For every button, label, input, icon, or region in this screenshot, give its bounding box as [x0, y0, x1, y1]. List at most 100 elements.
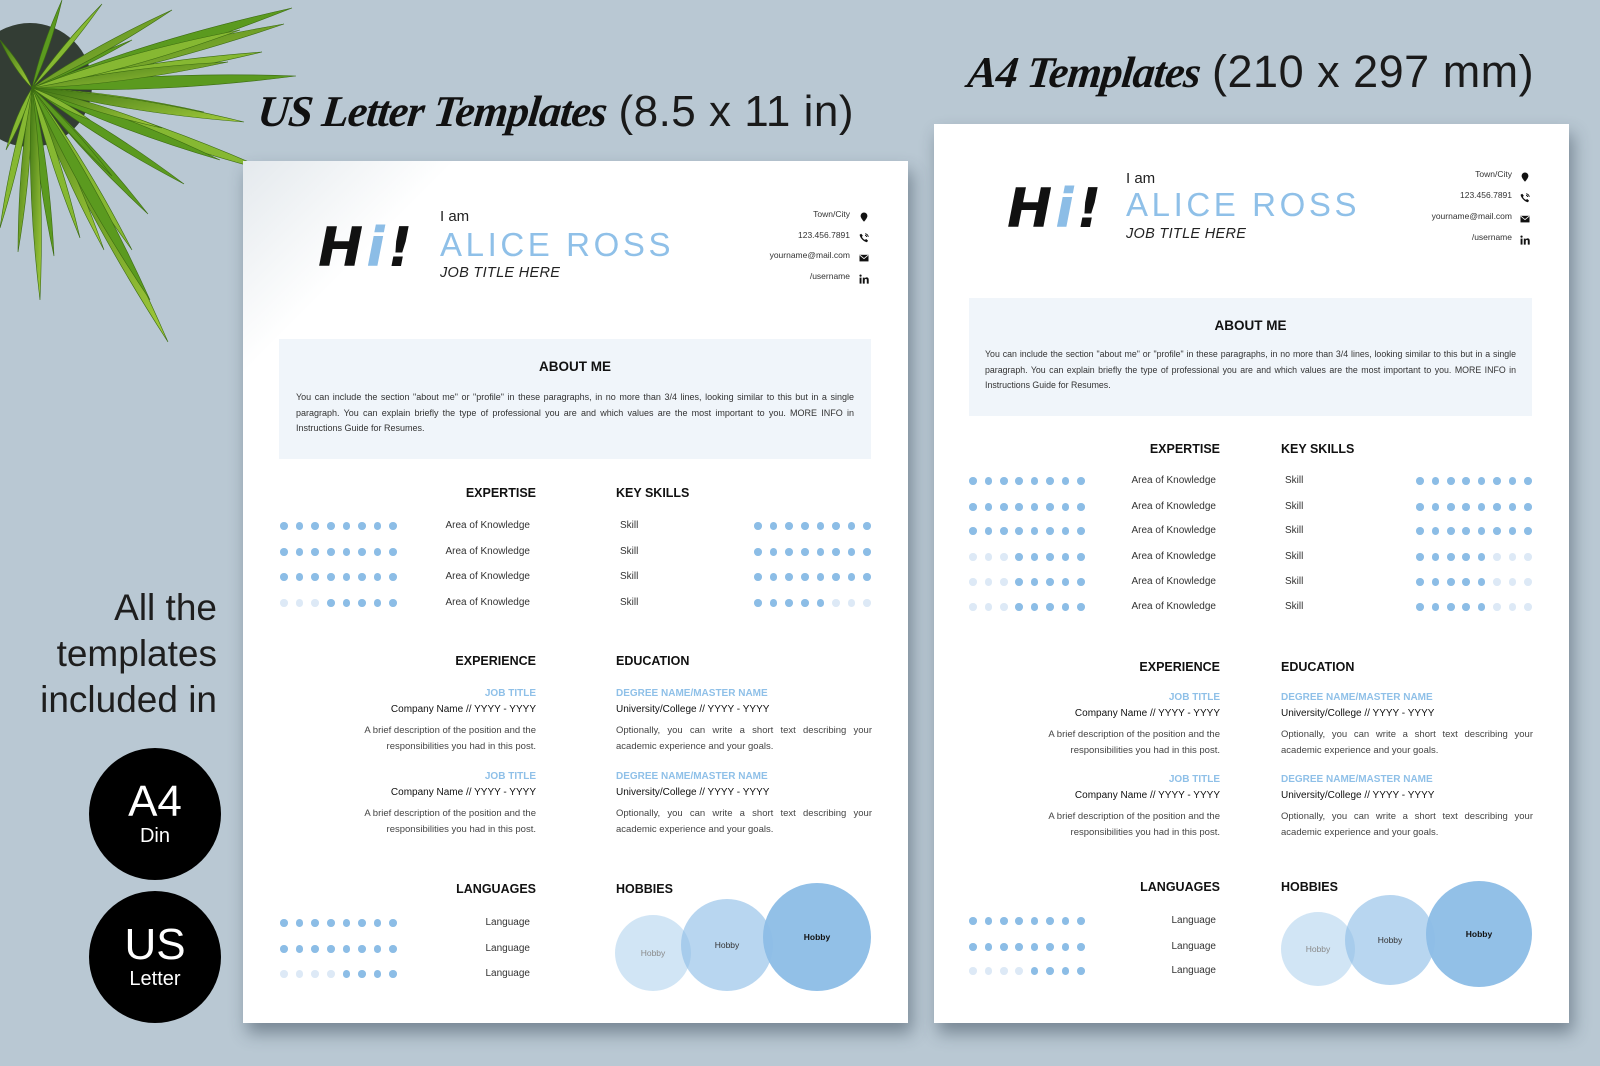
experience-job-title: JOB TITLE — [484, 771, 536, 782]
language-rating-dot-filled — [358, 945, 366, 953]
language-rating-dot-filled — [984, 917, 993, 925]
language-rating-dot-filled — [373, 945, 382, 953]
skill-rating-dot-empty — [1493, 603, 1501, 611]
phone-icon — [1520, 190, 1530, 203]
skill-rating-dot-empty — [1524, 578, 1532, 586]
education-description: Optionally, you can write a short text d… — [1281, 729, 1533, 756]
about-me-text: You can include the section "about me" o… — [985, 349, 1516, 390]
expertise-rating-dot-filled — [1030, 578, 1039, 586]
expertise-rating-dot-filled — [389, 573, 397, 581]
language-label: Language — [485, 943, 531, 954]
key-skills-title: KEY SKILLS — [1281, 442, 1355, 456]
language-rating-dot-filled — [342, 970, 351, 978]
expertise-rating-dot-filled — [373, 573, 382, 581]
expertise-rating-dot-filled — [389, 548, 397, 556]
skill-rating-dot-filled — [801, 522, 809, 530]
skill-label: Skill — [1285, 551, 1304, 562]
language-rating-dot-filled — [1046, 943, 1054, 951]
expertise-rating-dot-filled — [295, 548, 304, 556]
skill-rating-dot-filled — [1462, 503, 1470, 511]
skill-rating-dot-filled — [1447, 603, 1455, 611]
hobby-bubble: Hobby — [615, 915, 691, 991]
badge-main-label: US — [124, 920, 186, 969]
language-rating-dot-filled — [327, 945, 335, 953]
skill-rating-dot-empty — [1508, 553, 1517, 561]
skill-rating-dot-filled — [1477, 553, 1486, 561]
expertise-rating-dot-filled — [311, 522, 319, 530]
expertise-rating-dot-filled — [1030, 553, 1039, 561]
expertise-rating-dot-filled — [358, 599, 366, 607]
languages-title: LANGUAGES — [456, 882, 536, 896]
expertise-label: Area of Knowledge — [445, 571, 530, 582]
language-rating-dot-filled — [1061, 967, 1070, 975]
contact-linkedin: /username — [809, 270, 850, 281]
expertise-rating-dot-empty — [984, 603, 993, 611]
expertise-rating-dot-empty — [1000, 603, 1008, 611]
a4-resume-page: Hi! I am ALICE ROSS JOB TITLE HERE Town/City… — [934, 124, 1569, 1023]
education-school: University/College // YYYY - YYYY — [616, 787, 770, 798]
expertise-rating-dot-filled — [1046, 477, 1054, 485]
education-degree: DEGREE NAME/MASTER NAME — [1281, 692, 1433, 703]
language-rating-dot-filled — [1061, 943, 1070, 951]
expertise-rating-dot-empty — [969, 553, 977, 561]
skill-rating-dot-filled — [1431, 527, 1440, 535]
skill-rating-dot-filled — [1431, 477, 1440, 485]
experience-job-title: JOB TITLE — [1168, 692, 1220, 703]
experience-description: A brief description of the position and … — [364, 808, 536, 835]
expertise-rating-dot-filled — [311, 548, 319, 556]
expertise-label: Area of Knowledge — [1131, 576, 1216, 587]
a4-script-title: A4 Templates — [965, 48, 1203, 97]
us-letter-title: US Letter Templates (8.5 x 11 in) — [255, 86, 854, 137]
expertise-rating-dot-filled — [969, 477, 977, 485]
skill-rating-dot-filled — [1416, 503, 1424, 511]
expertise-rating-dot-filled — [1030, 527, 1039, 535]
candidate-name: ALICE ROSS — [1126, 186, 1361, 223]
skill-rating-dot-filled — [1431, 578, 1440, 586]
languages-title: LANGUAGES — [1140, 880, 1220, 894]
envelope-icon — [859, 250, 869, 262]
language-rating-dot-filled — [373, 970, 382, 978]
language-rating-dot-empty — [969, 967, 977, 975]
education-school: University/College // YYYY - YYYY — [616, 704, 770, 715]
key-skills-title: KEY SKILLS — [616, 486, 690, 500]
hobby-bubble: Hobby — [1426, 881, 1532, 987]
contact-linkedin: /username — [1471, 231, 1512, 242]
skill-rating-dot-filled — [1524, 503, 1532, 511]
badge-sub-label: Din — [139, 825, 170, 847]
hobby-bubble: Hobby — [763, 883, 871, 991]
expertise-rating-dot-filled — [358, 548, 366, 556]
expertise-rating-dot-filled — [1061, 578, 1070, 586]
expertise-rating-dot-filled — [1061, 477, 1070, 485]
linkedin-icon — [1520, 232, 1530, 245]
hobby-bubble: Hobby — [1345, 895, 1435, 985]
greeting-letter: H — [318, 216, 367, 279]
skill-rating-dot-empty — [847, 599, 856, 607]
expertise-rating-dot-filled — [1015, 477, 1023, 485]
experience-description: A brief description of the position and … — [1048, 729, 1220, 756]
education-description: Optionally, you can write a short text d… — [616, 808, 872, 835]
skill-rating-dot-filled — [1447, 477, 1455, 485]
linkedin-icon — [859, 271, 869, 284]
language-rating-dot-empty — [1000, 967, 1008, 975]
expertise-rating-dot-filled — [1077, 477, 1085, 485]
language-rating-dot-filled — [342, 945, 351, 953]
skill-rating-dot-filled — [863, 522, 871, 530]
expertise-label: Area of Knowledge — [1131, 525, 1216, 536]
skill-rating-dot-filled — [816, 599, 825, 607]
expertise-rating-dot-empty — [984, 578, 993, 586]
intro-text: I am — [440, 208, 470, 225]
skill-rating-dot-filled — [769, 573, 778, 581]
language-rating-dot-filled — [1061, 917, 1070, 925]
expertise-rating-dot-filled — [311, 573, 319, 581]
education-degree: DEGREE NAME/MASTER NAME — [616, 771, 768, 782]
education-description: Optionally, you can write a short text d… — [616, 725, 872, 752]
expertise-rating-dot-filled — [327, 548, 335, 556]
expertise-rating-dot-filled — [295, 522, 304, 530]
expertise-rating-dot-empty — [969, 603, 977, 611]
skill-label: Skill — [1285, 475, 1304, 486]
education-title: EDUCATION — [1281, 660, 1355, 674]
greeting-logo: Hi! — [318, 216, 415, 281]
skill-rating-dot-filled — [754, 548, 762, 556]
expertise-rating-dot-filled — [1015, 553, 1023, 561]
caption-line: templates — [56, 633, 217, 674]
